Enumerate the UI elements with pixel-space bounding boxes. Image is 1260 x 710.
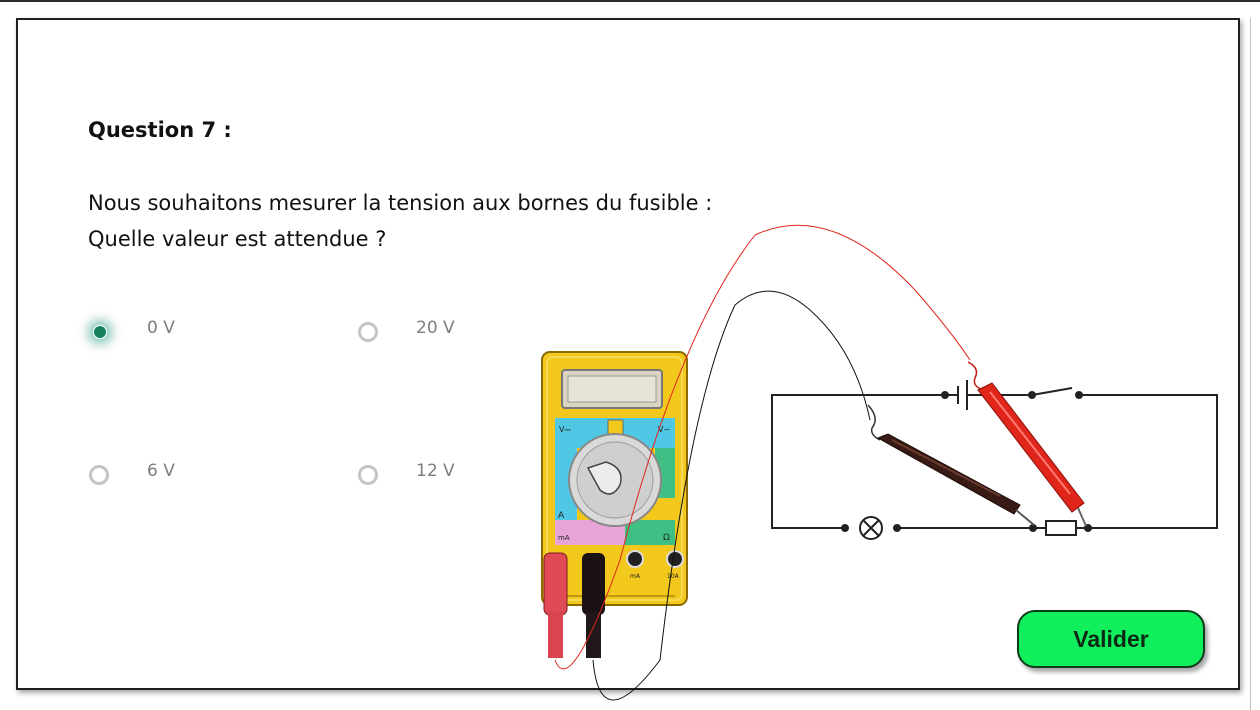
current-label: A [558, 511, 565, 521]
option-6v[interactable]: 6 V [88, 461, 288, 491]
multimeter-icon: V⎓ V~ A mA Ω mA 10A [541, 351, 688, 658]
quiz-screen: Question 7 : Nous souhaitons mesurer la … [0, 0, 1260, 710]
dc-voltage-label: V⎓ [559, 425, 571, 434]
option-label: 0 V [147, 318, 175, 338]
radio-button[interactable] [358, 465, 378, 485]
option-0v[interactable]: 0 V [88, 318, 288, 348]
radio-button[interactable] [89, 465, 109, 485]
ohm-label: Ω [663, 533, 670, 543]
radio-button[interactable] [358, 322, 378, 342]
milliamps-label: mA [558, 534, 570, 542]
top-border [0, 0, 1260, 2]
ma-jack-label: mA [630, 573, 641, 580]
option-label: 6 V [147, 461, 175, 481]
question-title: Question 7 : [88, 118, 232, 142]
option-label: 12 V [416, 461, 455, 481]
option-label: 20 V [416, 318, 455, 338]
card-edge-line [1250, 18, 1251, 710]
10a-jack-label: 10A [667, 573, 680, 580]
circuit-diagram [771, 394, 1218, 529]
radio-button-selected[interactable] [90, 322, 110, 342]
submit-button[interactable]: Valider [1017, 610, 1205, 668]
